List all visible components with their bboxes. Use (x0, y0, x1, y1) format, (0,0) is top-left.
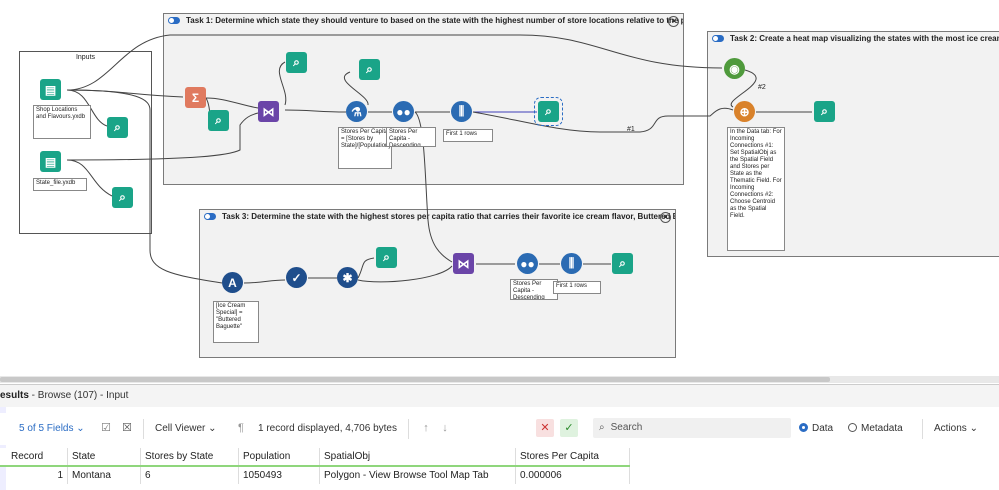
input-data-icon[interactable]: ▤ (40, 79, 61, 100)
table-header-row: Record State Stores by State Population … (0, 448, 630, 467)
fields-label: 5 of 5 Fields (19, 423, 74, 434)
column-header[interactable]: Stores by State (141, 448, 239, 465)
table-cell: Montana (68, 467, 141, 484)
table-cell: 1 (7, 467, 68, 484)
input2-annotation: State_file.yxdb (33, 178, 87, 191)
table-row[interactable]: 1 Montana 6 1050493 Polygon - View Brows… (0, 467, 630, 484)
chevron-down-icon: ⌄ (76, 423, 85, 434)
canvas-horizontal-scrollbar[interactable] (0, 376, 999, 383)
workflow-canvas[interactable]: Task 1: Determine which state they shoul… (0, 0, 999, 375)
sample-tool-icon[interactable]: ⫼ (451, 101, 472, 122)
browse-tool-icon-selected[interactable]: ⌕ (534, 97, 563, 126)
browse-tool-icon[interactable]: ⌕ (107, 117, 128, 138)
sample-annotation: First 1 rows (443, 129, 493, 142)
table-cell: 0.000006 (516, 467, 630, 484)
separator-1 (143, 419, 144, 439)
transform-tool-icon[interactable]: ✱ (337, 267, 358, 288)
fields-dropdown[interactable]: 5 of 5 Fields ⌄ (19, 421, 85, 437)
filter-tool-icon[interactable]: A (222, 272, 243, 293)
reject-icon[interactable]: ✕ (536, 419, 554, 437)
report-map-annotation: In the Data tab: For Incoming Connection… (727, 127, 785, 251)
browse-tool-icon-4[interactable]: ⌕ (286, 52, 307, 73)
metadata-radio-label: Metadata (861, 423, 903, 434)
data-radio-label: Data (812, 423, 834, 434)
accept-icon[interactable]: ✓ (560, 419, 578, 437)
scrollbar-thumb[interactable] (0, 377, 830, 382)
wire-label-1: #1 (627, 126, 635, 133)
column-header[interactable]: Stores Per Capita (516, 448, 630, 465)
search-placeholder: Search (610, 422, 643, 433)
browse-tool-icon-2[interactable]: ⌕ (112, 187, 133, 208)
browse-tool-icon-6[interactable]: ⌕ (814, 101, 835, 122)
results-header: esults - Browse (107) - Input (0, 384, 999, 407)
separator-3 (922, 419, 923, 439)
formula-tool-icon[interactable]: ⚗ (346, 101, 367, 122)
select-tool-icon[interactable]: ✓ (286, 267, 307, 288)
data-radio[interactable]: Data (799, 421, 833, 437)
results-toolbar: 5 of 5 Fields ⌄ ☑ ☒ Cell Viewer ⌄ ¶ 1 re… (0, 413, 999, 445)
clear-icon[interactable]: ☒ (118, 419, 136, 437)
filter-annotation: [Ice Cream Special] = "Buttered Baguette… (213, 301, 259, 343)
actions-dropdown[interactable]: Actions ⌄ (934, 421, 978, 437)
sample-annotation-2: First 1 rows (553, 281, 601, 294)
chevron-down-icon-2: ⌄ (208, 423, 217, 434)
edit-icon[interactable]: ☑ (97, 419, 115, 437)
column-header[interactable]: Record (7, 448, 68, 465)
cell-viewer-label: Cell Viewer (155, 423, 206, 434)
map-legend-icon[interactable]: ◉ (724, 58, 745, 79)
sort-annotation: Stores Per Capita - Descending (386, 127, 436, 147)
browse-tool-icon-5[interactable]: ⌕ (359, 59, 380, 80)
input-data-icon-2[interactable]: ▤ (40, 151, 61, 172)
search-icon: ⌕ (599, 422, 605, 433)
sort-tool-icon-2[interactable]: ●● (517, 253, 538, 274)
summarize-icon[interactable]: Σ (185, 87, 206, 108)
sort-annotation-2: Stores Per Capita - Descending (510, 279, 558, 300)
wire-label-2: #2 (758, 84, 766, 91)
sample-tool-icon-2[interactable]: ⫼ (561, 253, 582, 274)
data-radio-icon (799, 423, 808, 432)
report-map-icon[interactable]: ⊕ (734, 101, 755, 122)
table-cell: 1050493 (239, 467, 320, 484)
connection-wires (66, 34, 812, 284)
chevron-down-icon-3: ⌄ (969, 423, 978, 434)
browse-tool-icon-3[interactable]: ⌕ (208, 110, 229, 131)
results-subtitle: - Browse (107) - Input (28, 390, 129, 401)
record-info: 1 record displayed, 4,706 bytes (258, 423, 397, 434)
join-tool-icon[interactable]: ⋈ (258, 101, 279, 122)
paragraph-icon[interactable]: ¶ (232, 419, 250, 437)
actions-label: Actions (934, 423, 967, 434)
join-tool-icon-2[interactable]: ⋈ (453, 253, 474, 274)
table-cell: 6 (141, 467, 239, 484)
search-input[interactable]: ⌕ Search (593, 418, 791, 438)
arrow-down-icon[interactable]: ↓ (436, 419, 454, 437)
table-cell: Polygon - View Browse Tool Map Tab (320, 467, 516, 484)
browse-tool-icon-8[interactable]: ⌕ (612, 253, 633, 274)
separator-2 (408, 419, 409, 439)
formula-annotation: Stores Per Capita = [Stores by State]/[P… (338, 127, 392, 169)
column-header[interactable]: State (68, 448, 141, 465)
browse-tool-icon-7[interactable]: ⌕ (376, 247, 397, 268)
column-header[interactable]: SpatialObj (320, 448, 516, 465)
arrow-up-icon[interactable]: ↑ (417, 419, 435, 437)
sort-tool-icon[interactable]: ●● (393, 101, 414, 122)
metadata-radio-icon (848, 423, 857, 432)
metadata-radio[interactable]: Metadata (848, 421, 903, 437)
column-header[interactable]: Population (239, 448, 320, 465)
results-title: esults (0, 390, 29, 401)
cell-viewer-dropdown[interactable]: Cell Viewer ⌄ (155, 421, 217, 437)
input1-annotation: Shop Locations and Flavours.yxdb (33, 105, 91, 139)
